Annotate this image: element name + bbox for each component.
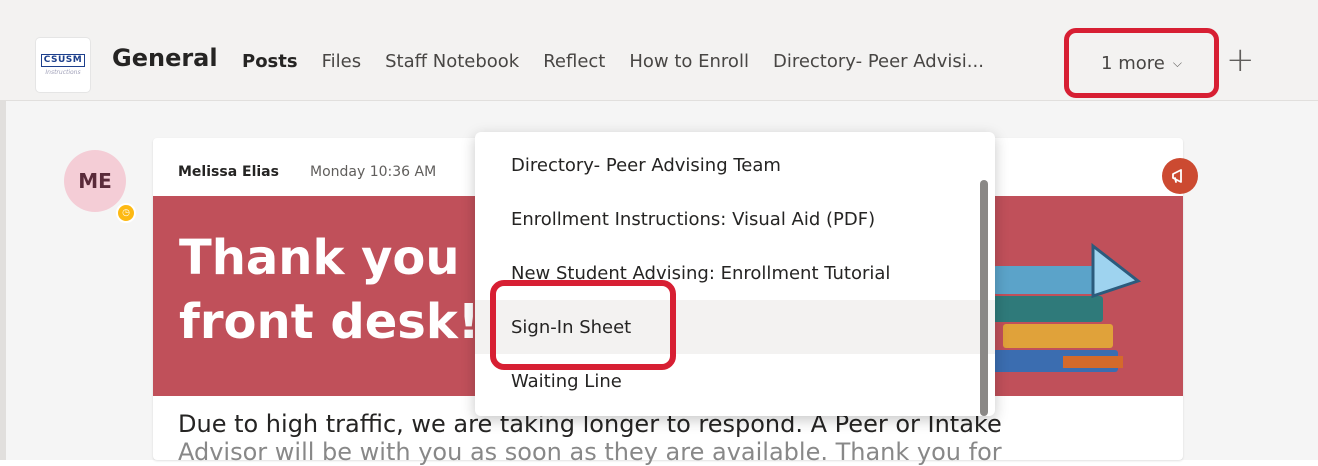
menu-item-directory[interactable]: Directory- Peer Advising Team <box>475 138 995 192</box>
tab-posts[interactable]: Posts <box>242 51 298 72</box>
channel-title: General <box>112 44 218 72</box>
more-tabs-label: 1 more <box>1101 52 1165 74</box>
post-timestamp: Monday 10:36 AM <box>310 164 437 180</box>
sign-in-highlight-box <box>490 280 676 370</box>
team-logo-subtext: Instructions <box>45 69 81 76</box>
more-tabs-button[interactable]: 1 more ⌵ <box>1064 28 1219 98</box>
tab-staff-notebook[interactable]: Staff Notebook <box>385 51 519 72</box>
chevron-down-icon: ⌵ <box>1172 55 1182 70</box>
menu-item-enrollment-instructions[interactable]: Enrollment Instructions: Visual Aid (PDF… <box>475 192 995 246</box>
avatar[interactable]: ME <box>64 150 126 212</box>
tab-how-to-enroll[interactable]: How to Enroll <box>629 51 749 72</box>
add-tab-button[interactable]: + <box>1226 40 1255 80</box>
more-tabs-dropdown: Directory- Peer Advising Team Enrollment… <box>475 132 995 416</box>
tab-bar: Posts Files Staff Notebook Reflect How t… <box>242 51 984 72</box>
post-body-line-2: Advisor will be with you as soon as they… <box>178 438 1002 466</box>
tab-files[interactable]: Files <box>322 51 362 72</box>
plus-icon: + <box>1226 40 1255 80</box>
team-logo[interactable]: CSUSM Instructions <box>36 38 90 92</box>
books-illustration <box>983 242 1142 372</box>
post-body: Due to high traffic, we are taking longe… <box>178 410 1002 466</box>
megaphone-icon <box>1172 169 1182 183</box>
announcement-icon <box>1162 158 1198 194</box>
dropdown-scrollbar[interactable] <box>980 180 988 416</box>
away-status-icon: ◷ <box>116 203 136 223</box>
post-author[interactable]: Melissa Elias <box>178 164 279 180</box>
tab-reflect[interactable]: Reflect <box>543 51 605 72</box>
team-logo-text: CSUSM <box>40 54 86 67</box>
tab-directory[interactable]: Directory- Peer Advisi... <box>773 51 984 72</box>
